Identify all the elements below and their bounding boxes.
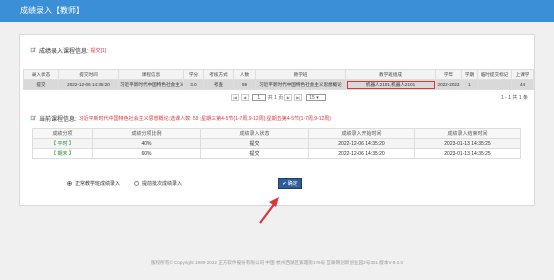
col-header: 成绩录入开始时间 [308, 128, 415, 139]
grade-item-status: 提交 [200, 148, 309, 159]
col-header[interactable]: 学分 [183, 69, 204, 80]
cell-submit-time: 2022-12-06 14:35:20 [58, 79, 119, 90]
grade-item-start: 2022-12-06 14:35:20 [308, 148, 415, 159]
col-header: 成绩分项比例 [92, 128, 201, 139]
pagination: |◀ ◀ 1 共 1 页 ▶ ▶| 15 ▾ 1 - 1 共 1 条 [20, 90, 536, 104]
col-header: 成绩录入结束时间 [414, 128, 521, 139]
prev-page-button[interactable]: ◀ [240, 93, 249, 101]
col-header[interactable]: 学年 [435, 69, 462, 80]
course-info-table: 录入状态 提交时间 课程信息 学分 考核方式 人数 教学班 教学班组成 学年 学… [23, 69, 534, 90]
table-row: 【 平时 】 40% 提交 2022-12-06 14:35:20 2023-0… [32, 138, 521, 149]
early-batch-label[interactable]: 提前批次成绩录入 [142, 180, 182, 187]
cell-assessment: 考查 [203, 79, 234, 90]
grade-item-name: 【 平时 】 [32, 138, 93, 149]
grade-item-name: 【 期末 】 [32, 148, 93, 159]
normal-entry-radio[interactable] [67, 181, 72, 186]
page-size-select[interactable]: 15 ▾ [306, 93, 327, 101]
cell-year: 2022-2023 [435, 79, 462, 90]
red-arrow-annotation [259, 197, 279, 224]
footer: 版权所有© Copyright 1999-2022 正方软件股份有限公司 中国·… [150, 260, 404, 265]
grade-item-ratio: 40% [92, 138, 201, 149]
col-header[interactable]: 教学班组成 [345, 69, 436, 80]
cell-class-count: 44 [511, 79, 534, 90]
grade-item-start: 2022-12-06 14:35:20 [308, 138, 415, 149]
course-info-status[interactable]: 提交[1] [91, 47, 107, 54]
grade-items-header-row: 成绩分项 成绩分项比例 成绩录入状态 成绩录入开始时间 成绩录入结束时间 [32, 128, 521, 139]
next-page-button[interactable]: ▶ [284, 93, 293, 101]
col-header[interactable]: 学期 [461, 69, 478, 80]
col-header[interactable]: 人数 [233, 69, 256, 80]
cell-credit: 3.0 [183, 79, 204, 90]
app-title-bar: 成绩录入【教师】 [0, 0, 554, 22]
current-course-header: 当前课程信息: 习近平新时代中国特色社会主义思想概论;选课人数: 59 ;星期三… [30, 113, 331, 123]
cell-class: 习近平新时代中国特色社会主义思想概论 [255, 79, 346, 90]
cell-course: 习近平新时代中国特色社会主义思想概论 [118, 79, 184, 90]
course-info-header: 成绩录入课程信息: 提交[1] [30, 45, 106, 55]
table-row[interactable]: 提交 2022-12-06 14:35:20 习近平新时代中国特色社会主义思想概… [23, 79, 534, 90]
col-header[interactable]: 临时提交标记 [477, 69, 512, 80]
cell-temp-mark [477, 79, 512, 90]
early-batch-radio[interactable] [134, 181, 140, 186]
grade-item-status: 提交 [200, 138, 309, 149]
col-header[interactable]: 上课学 [511, 69, 534, 80]
current-course-title: 当前课程信息: [39, 116, 77, 123]
record-count: 1 - 1 共 1 条 [501, 94, 528, 101]
first-page-button[interactable]: |◀ [230, 93, 239, 101]
confirm-label: 确定 [287, 181, 298, 187]
current-course-detail: 习近平新时代中国特色社会主义思想概论;选课人数: 59 ;星期三第4-5节{1-… [78, 115, 331, 122]
col-header[interactable]: 提交时间 [58, 69, 119, 80]
normal-entry-label[interactable]: 正常教学班成绩录入 [75, 180, 120, 187]
confirm-button[interactable]: ✔ 确定 [278, 178, 302, 189]
table-row: 【 期末 】 60% 提交 2022-12-06 14:35:20 2023-0… [32, 148, 521, 159]
main-panel: 成绩录入课程信息: 提交[1] 录入状态 提交时间 课程信息 学分 考核方式 人… [19, 34, 536, 224]
grade-item-ratio: 60% [92, 148, 201, 159]
cell-term: 1 [461, 79, 478, 90]
col-header: 成绩录入状态 [200, 128, 309, 139]
cell-count: 59 [233, 79, 256, 90]
grade-item-end: 2023-01-13 14:35:25 [414, 148, 521, 159]
page-input[interactable]: 1 [251, 93, 266, 101]
col-header[interactable]: 考核方式 [203, 69, 234, 80]
col-header[interactable]: 课程信息 [118, 69, 184, 80]
cell-status: 提交 [23, 79, 59, 90]
grade-item-end: 2023-01-13 14:35:25 [414, 138, 521, 149]
grade-items-table: 成绩分项 成绩分项比例 成绩录入状态 成绩录入开始时间 成绩录入结束时间 【 平… [32, 128, 521, 159]
col-header: 成绩分项 [32, 128, 93, 139]
last-page-button[interactable]: ▶| [294, 93, 303, 101]
app-title: 成绩录入【教师】 [20, 6, 84, 15]
check-icon: ✔ [282, 180, 287, 187]
entry-mode-options: 正常教学班成绩录入 提前批次成绩录入 [67, 180, 182, 187]
course-info-title: 成绩录入课程信息: [39, 48, 89, 55]
page-size-value: 15 [309, 94, 315, 101]
page-count-label: 共 1 页 [267, 94, 284, 101]
cell-class-composition: 机器人2101,机器人2101 [345, 79, 436, 90]
col-header[interactable]: 录入状态 [23, 69, 59, 80]
col-header[interactable]: 教学班 [255, 69, 346, 80]
course-info-header-row: 录入状态 提交时间 课程信息 学分 考核方式 人数 教学班 教学班组成 学年 学… [23, 69, 534, 80]
pencil-icon [30, 115, 37, 121]
pencil-icon [30, 47, 37, 53]
